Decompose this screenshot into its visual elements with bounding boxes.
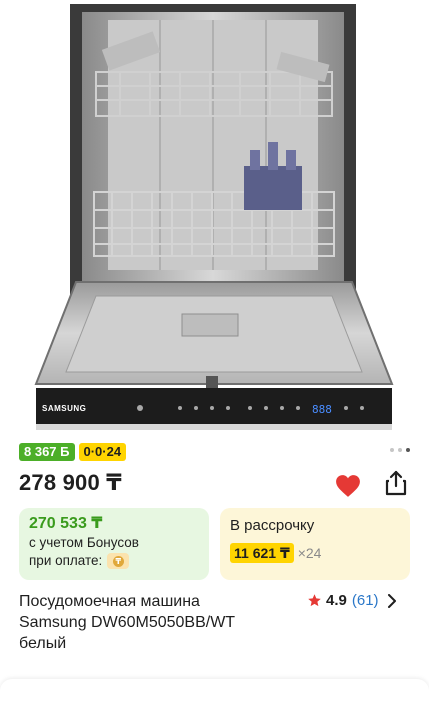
- favorite-heart-icon[interactable]: [335, 474, 361, 498]
- promo-badges: 8 367 Б 0·0·24: [19, 443, 130, 461]
- panel-display: 888: [312, 403, 332, 416]
- rating-link[interactable]: 4.9 (61): [307, 592, 397, 609]
- carousel-dot[interactable]: [390, 448, 394, 452]
- product-title-line1: Посудомоечная машина: [19, 593, 200, 610]
- review-count[interactable]: (61): [352, 592, 379, 609]
- brand-label: SAMSUNG: [42, 404, 86, 413]
- installment-label: В рассрочку: [230, 517, 315, 534]
- carousel-dot-active[interactable]: [406, 448, 410, 452]
- installment-amount: 11 621 ₸: [230, 543, 294, 563]
- installment-months: ×24: [297, 545, 322, 561]
- product-title-line3: белый: [19, 635, 67, 652]
- bonus-price-card[interactable]: 270 533 ₸ с учетом Бонусов при оплате: ₸: [19, 508, 209, 580]
- next-section-card: [0, 679, 429, 719]
- installment-badge: 0·0·24: [78, 443, 127, 461]
- bonus-price: 270 533 ₸: [29, 515, 103, 532]
- product-image[interactable]: SAMSUNG 888: [0, 0, 429, 432]
- product-title-line2: Samsung DW60M5050BB/WT: [19, 614, 236, 631]
- bonus-text-line2: при оплате:: [29, 553, 103, 568]
- image-carousel-dots[interactable]: [386, 448, 410, 452]
- control-panel: [36, 388, 392, 424]
- chevron-right-icon[interactable]: [387, 593, 397, 608]
- installment-card[interactable]: В рассрочку 11 621 ₸ ×24: [220, 508, 410, 580]
- product-title: Посудомоечная машина Samsung DW60M5050BB…: [19, 591, 289, 654]
- carousel-dot[interactable]: [398, 448, 402, 452]
- bonus-badge: 8 367 Б: [19, 443, 75, 461]
- bonus-coin-icon: ₸: [107, 553, 130, 569]
- share-icon[interactable]: [384, 470, 408, 496]
- rating-value: 4.9: [326, 592, 347, 609]
- dishwasher-illustration: SAMSUNG 888: [34, 4, 394, 430]
- bonus-text-line1: с учетом Бонусов: [29, 535, 139, 550]
- product-price: 278 900 ₸: [19, 470, 122, 495]
- star-icon: [308, 594, 321, 607]
